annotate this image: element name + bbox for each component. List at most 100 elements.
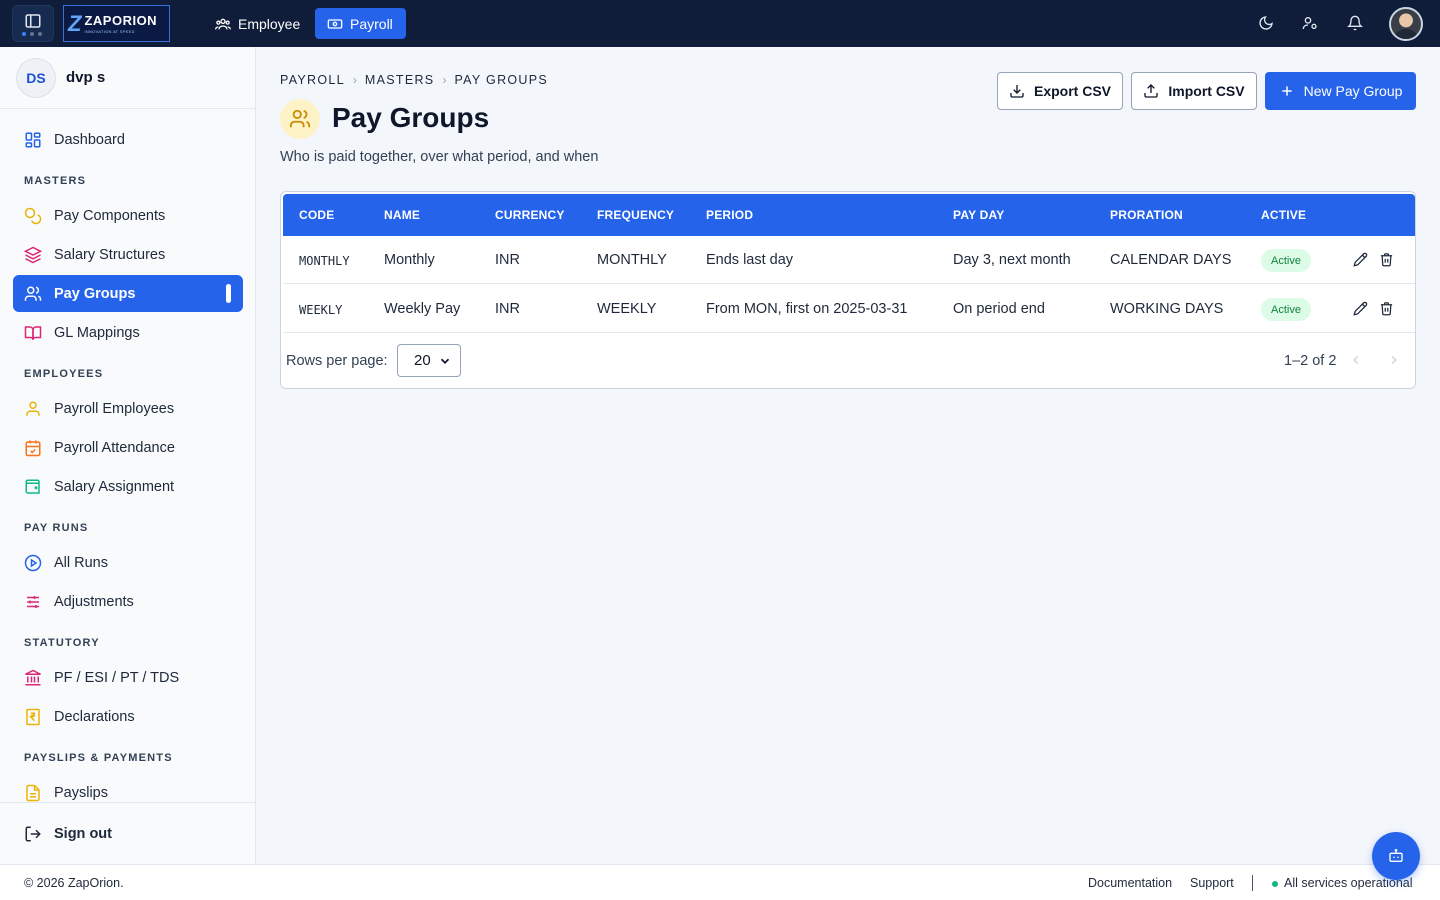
breadcrumb-payroll[interactable]: PAYROLL — [280, 73, 345, 87]
sidebar-item-adjustments[interactable]: Adjustments — [13, 583, 243, 620]
trash-icon — [1380, 301, 1392, 315]
delete-button[interactable] — [1378, 251, 1394, 267]
page-title: Pay Groups — [332, 102, 490, 133]
sidebar-item-label: Dashboard — [54, 131, 125, 148]
column-header-period[interactable]: PERIOD — [706, 208, 753, 222]
user-name: dvp s — [66, 69, 106, 86]
sidebar-item-pay-groups[interactable]: Pay Groups — [13, 275, 243, 312]
copyright: © 2026 ZapOrion. — [24, 876, 124, 890]
previous-page-button[interactable] — [1348, 352, 1364, 368]
file-text-icon — [26, 784, 40, 801]
sign-out-label: Sign out — [54, 825, 112, 842]
cell-proration: WORKING DAYS — [1110, 301, 1224, 317]
column-header-pay-day[interactable]: PAY DAY — [953, 208, 1004, 222]
next-page-button[interactable] — [1386, 352, 1402, 368]
support-link[interactable]: Support — [1190, 876, 1234, 890]
table-row[interactable]: MONTHLY Monthly INR MONTHLY Ends last da… — [283, 236, 1415, 284]
sidebar-item-declarations[interactable]: Declarations — [13, 698, 243, 735]
assistant-bot-button[interactable] — [1372, 832, 1420, 880]
sign-out-button[interactable]: Sign out — [13, 815, 243, 852]
section-pay-runs: PAY RUNS — [24, 522, 89, 534]
sliders-icon — [27, 595, 39, 608]
sidebar-item-salary-structures[interactable]: Salary Structures — [13, 236, 243, 273]
column-header-code[interactable]: CODE — [299, 208, 334, 222]
sidebar-item-salary-assignment[interactable]: Salary Assignment — [13, 468, 243, 505]
sidebar-item-all-runs[interactable]: All Runs — [13, 544, 243, 581]
import-csv-button[interactable]: Import CSV — [1131, 72, 1257, 110]
logo-mark-icon: Z — [68, 10, 82, 36]
page-footer: © 2026 ZapOrion. Documentation Support A… — [0, 864, 1440, 900]
breadcrumb-pay-groups: PAY GROUPS — [454, 73, 549, 87]
status-badge: Active — [1261, 298, 1311, 321]
column-header-proration[interactable]: PRORATION — [1110, 208, 1183, 222]
sidebar-item-payroll-attendance[interactable]: Payroll Attendance — [13, 429, 243, 466]
column-header-currency[interactable]: CURRENCY — [495, 208, 565, 222]
pencil-icon — [1352, 252, 1367, 267]
sidebar-item-pay-components[interactable]: Pay Components — [13, 197, 243, 234]
sidebar-item-statutory[interactable]: PF / ESI / PT / TDS — [13, 659, 243, 696]
column-header-active[interactable]: ACTIVE — [1261, 208, 1306, 222]
users-icon — [289, 109, 311, 128]
documentation-link[interactable]: Documentation — [1088, 876, 1172, 890]
sidebar-item-label: Payroll Employees — [54, 400, 175, 417]
dashboard-grid-icon — [25, 132, 41, 147]
tab-payroll-label: Payroll — [350, 15, 393, 32]
status-badge: Active — [1261, 249, 1311, 272]
sidebar-item-label: All Runs — [54, 554, 108, 571]
sidebar-item-label: PF / ESI / PT / TDS — [54, 669, 180, 686]
export-csv-button[interactable]: Export CSV — [997, 72, 1123, 110]
page-subtitle: Who is paid together, over what period, … — [280, 149, 599, 165]
layers-icon — [24, 246, 42, 263]
cell-period: From MON, first on 2025-03-31 — [706, 301, 908, 317]
cell-period: Ends last day — [706, 252, 794, 268]
sidebar-item-dashboard[interactable]: Dashboard — [13, 121, 243, 158]
tab-employee[interactable]: Employee — [203, 8, 312, 39]
chevron-left-icon — [1353, 355, 1359, 365]
log-out-icon — [25, 826, 41, 841]
import-csv-label: Import CSV — [1168, 83, 1245, 99]
delete-button[interactable] — [1378, 300, 1394, 316]
logo-tagline: INNOVATION AT SPEED — [84, 28, 135, 34]
cell-frequency: WEEKLY — [597, 301, 657, 317]
sidebar-item-label: Adjustments — [54, 593, 134, 610]
new-pay-group-button[interactable]: New Pay Group — [1265, 72, 1416, 110]
edit-button[interactable] — [1352, 251, 1368, 267]
upload-icon — [1144, 84, 1159, 98]
plus-icon — [1281, 86, 1292, 96]
wallet-icon — [25, 479, 40, 494]
sidebar-item-label: Declarations — [54, 708, 135, 725]
cell-name: Weekly Pay — [384, 301, 461, 317]
coins-icon — [24, 207, 42, 224]
sidebar-item-label: GL Mappings — [54, 324, 140, 341]
sidebar-item-payroll-employees[interactable]: Payroll Employees — [13, 390, 243, 427]
download-icon — [1010, 85, 1024, 98]
notifications-button[interactable] — [1345, 13, 1365, 33]
sidebar-item-label: Salary Assignment — [54, 478, 175, 495]
switch-user-button[interactable] — [1300, 13, 1320, 33]
section-masters: MASTERS — [24, 175, 87, 187]
cell-name: Monthly — [384, 252, 435, 268]
sidebar-item-label: Pay Groups — [54, 285, 136, 302]
table-row[interactable]: WEEKLY Weekly Pay INR WEEKLY From MON, f… — [283, 285, 1415, 333]
rows-per-page-select[interactable]: 20 — [397, 344, 461, 377]
user-profile[interactable]: DS dvp s — [0, 47, 255, 109]
theme-toggle-button[interactable] — [1256, 13, 1276, 33]
tab-payroll[interactable]: Payroll — [315, 8, 406, 39]
moon-icon — [1259, 16, 1273, 30]
workspace-dots — [22, 32, 42, 36]
breadcrumb-masters[interactable]: MASTERS — [365, 73, 435, 87]
banknote-icon — [327, 18, 343, 29]
bot-icon — [1389, 849, 1403, 862]
user-icon — [26, 401, 40, 416]
column-header-name[interactable]: NAME — [384, 208, 420, 222]
profile-avatar[interactable] — [1389, 7, 1423, 41]
sidebar-toggle-button[interactable] — [12, 5, 54, 42]
cell-currency: INR — [495, 252, 520, 268]
sidebar-toggle-icon — [25, 14, 41, 28]
column-header-frequency[interactable]: FREQUENCY — [597, 208, 674, 222]
bell-icon — [1347, 15, 1363, 31]
edit-button[interactable] — [1352, 300, 1368, 316]
sidebar-item-gl-mappings[interactable]: GL Mappings — [13, 314, 243, 351]
logo-name: ZAPORION — [84, 12, 158, 28]
app-logo[interactable]: Z ZAPORION INNOVATION AT SPEED — [63, 5, 170, 42]
